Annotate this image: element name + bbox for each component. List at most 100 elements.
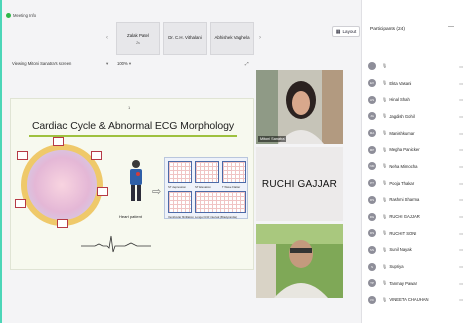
camera-icon[interactable]: ▭ — [459, 164, 463, 169]
meeting-info-button[interactable]: Meeting Info — [6, 13, 36, 18]
microphone-icon[interactable]: 🎙 — [382, 214, 387, 220]
camera-icon[interactable]: ▭ — [459, 131, 463, 136]
camera-icon[interactable]: ▭ — [459, 247, 463, 252]
ecg-strip — [168, 191, 192, 213]
participant-name: VINEETA CHAUHAN — [389, 297, 429, 303]
zoom-control[interactable]: 100% ▾ — [117, 61, 131, 67]
avatar: RS — [368, 229, 376, 238]
layout-label: Layout — [342, 29, 357, 34]
ecg-label: T Wave Flatter — [222, 185, 241, 189]
avatar: MP — [368, 145, 376, 154]
participant-name: Ekta Vasani — [389, 80, 412, 86]
participant-name-display: RUCHI GAJJAR — [261, 178, 338, 190]
avatar: MA — [368, 129, 376, 138]
camera-icon[interactable]: ▭ — [459, 214, 463, 219]
microphone-icon[interactable]: 🎙 — [382, 280, 387, 286]
layout-button[interactable]: ▦ Layout — [332, 26, 360, 37]
microphone-icon[interactable]: 🎙 — [382, 147, 387, 153]
participant-row[interactable]: MA 🎙 Manishkumar ▭ — [368, 125, 464, 142]
chevron-left-icon[interactable]: ‹ — [106, 35, 108, 41]
microphone-icon[interactable]: 🎙 — [382, 163, 387, 169]
participant-tile[interactable]: Abhishek Vaghela — [210, 22, 254, 55]
microphone-icon[interactable]: 🎙 — [382, 264, 387, 270]
avatar — [368, 62, 376, 71]
participant-tile[interactable]: Dr. C.H. Vithalani — [163, 22, 207, 55]
participant-row[interactable]: RS 🎙 Rashmi Sharma ▭ — [368, 192, 464, 209]
participant-tile[interactable]: Zalak Patel Zs — [116, 22, 160, 55]
microphone-icon[interactable]: 🎙 — [382, 113, 387, 119]
avatar: PT — [368, 179, 376, 188]
participant-row[interactable]: SN 🎙 Sunil Nayak ▭ — [368, 242, 464, 259]
participant-row[interactable]: S 🎙 Supriya ▭ — [368, 258, 464, 275]
participant-row[interactable]: 🎙 ▭ — [368, 58, 464, 75]
ecg-strip — [195, 191, 246, 213]
patient-label: Heart patient — [119, 214, 142, 219]
abnormal-ecg-panel: ST depression ST Elevation T Wave Flatte… — [164, 157, 248, 219]
camera-icon[interactable]: ▭ — [459, 64, 463, 69]
camera-icon[interactable]: ▭ — [459, 281, 463, 286]
camera-icon[interactable]: ▭ — [459, 264, 463, 269]
tile-sub: Zs — [136, 40, 140, 45]
participant-name: Manishkumar — [389, 130, 415, 136]
ecg-label: Ventricular fibrillation — [168, 215, 194, 219]
camera-icon[interactable]: ▭ — [459, 181, 463, 186]
participant-row[interactable]: HS 🎙 Hinal Shah ▭ — [368, 91, 464, 108]
slide-page-number: 1 — [128, 105, 131, 110]
microphone-icon[interactable]: 🎙 — [382, 97, 387, 103]
camera-icon[interactable]: ▭ — [459, 297, 463, 302]
microphone-icon[interactable]: 🎙 — [382, 80, 387, 86]
ecg-label: Longer R-R interval (Bradycardia) — [195, 215, 237, 219]
participant-row[interactable]: VC 🎙 VINEETA CHAUHAN ▭ — [368, 292, 464, 309]
participant-name: Pooja Thakar — [389, 180, 415, 186]
participant-row[interactable]: PT 🎙 Pooja Thakar ▭ — [368, 175, 464, 192]
participant-row[interactable]: MP 🎙 Megha Panicker ▭ — [368, 141, 464, 158]
participants-list: 🎙 ▭ EV 🎙 Ekta Vasani ▭ HS 🎙 Hinal Shah ▭ JG 🎙 Jagdis… — [368, 58, 464, 308]
participant-name: Megha Panicker — [389, 147, 420, 153]
video-tile[interactable] — [256, 224, 343, 298]
avatar: VC — [368, 295, 376, 304]
microphone-icon[interactable]: 🎙 — [382, 297, 387, 303]
participant-row[interactable]: EV 🎙 Ekta Vasani ▭ — [368, 75, 464, 92]
video-tile[interactable]: Mitoni Sanatra — [256, 70, 343, 144]
microphone-icon[interactable]: 🎙 — [382, 180, 387, 186]
ecg-strip — [222, 161, 246, 183]
heart-patient-illustration — [130, 160, 142, 201]
ecg-thumbnail — [97, 187, 108, 196]
avatar: RS — [368, 195, 376, 204]
participant-name: RUCHI GAJJAR — [389, 214, 420, 220]
participant-row[interactable]: JG 🎙 Jagdish Gohil ▭ — [368, 108, 464, 125]
microphone-icon[interactable]: 🎙 — [382, 197, 387, 203]
participant-name: Neha Mimocha — [389, 163, 418, 169]
camera-icon[interactable]: ▭ — [459, 114, 463, 119]
camera-icon[interactable]: ▭ — [459, 81, 463, 86]
camera-icon[interactable]: ▭ — [459, 147, 463, 152]
participant-row[interactable]: RS 🎙 RUCHIT SONI ▭ — [368, 225, 464, 242]
participant-row[interactable]: RG 🎙 RUCHI GAJJAR ▭ — [368, 208, 464, 225]
microphone-icon[interactable]: 🎙 — [382, 63, 387, 69]
participants-title: Participants (24) — [370, 27, 405, 32]
microphone-icon[interactable]: 🎙 — [382, 247, 387, 253]
participant-name: Sunil Nayak — [389, 247, 412, 253]
microphone-icon[interactable]: 🎙 — [382, 130, 387, 136]
view-options-icon[interactable]: ▾ — [106, 61, 108, 67]
ecg-thumbnail — [17, 151, 28, 160]
participant-name: Supriya — [389, 264, 404, 270]
minimize-icon[interactable]: — — [448, 24, 454, 30]
grid-icon: ▦ — [335, 28, 341, 35]
meeting-info-label: Meeting Info — [13, 13, 37, 18]
avatar: HS — [368, 95, 376, 104]
participant-row[interactable]: NM 🎙 Neha Mimocha ▭ — [368, 158, 464, 175]
fullscreen-icon[interactable]: ⤢ — [245, 61, 249, 66]
zoom-value: 100% — [117, 61, 128, 66]
camera-icon[interactable]: ▭ — [459, 97, 463, 102]
camera-icon[interactable]: ▭ — [459, 231, 463, 236]
chevron-right-icon[interactable]: › — [259, 35, 261, 41]
shared-screen: 1 Cardiac Cycle & Abnormal ECG Morpholog… — [10, 98, 254, 270]
avatar: NM — [368, 162, 376, 171]
avatar: RG — [368, 212, 376, 221]
participant-row[interactable]: TP 🎙 Tanmay Pawar ▭ — [368, 275, 464, 292]
microphone-icon[interactable]: 🎙 — [382, 230, 387, 236]
video-tile[interactable]: RUCHI GAJJAR — [256, 147, 343, 221]
participant-name: Jagdish Gohil — [389, 113, 415, 119]
camera-icon[interactable]: ▭ — [459, 197, 463, 202]
